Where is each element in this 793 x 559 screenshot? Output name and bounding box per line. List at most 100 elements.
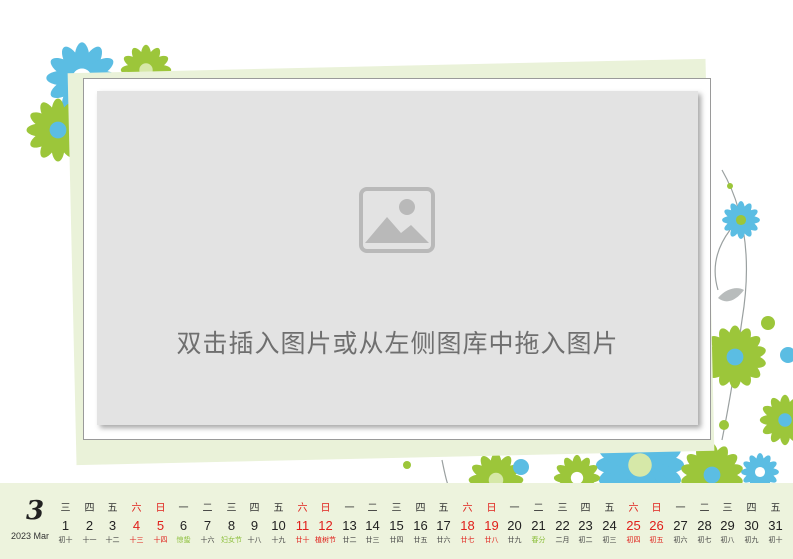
weekday-label: 五 (107, 503, 118, 514)
day-number: 18 (460, 518, 475, 533)
day-number: 27 (673, 518, 688, 533)
day-number: 17 (436, 518, 451, 533)
weekday-label: 四 (84, 503, 95, 514)
day-number: 28 (697, 518, 712, 533)
day-number: 22 (555, 518, 570, 533)
lunar-label: 春分 (531, 536, 546, 544)
lunar-label: 十六 (200, 536, 215, 544)
weekday-label: 一 (344, 503, 355, 514)
lunar-label: 十八 (247, 536, 262, 544)
day-number: 24 (602, 518, 617, 533)
lunar-label: 初十 (58, 536, 73, 544)
lunar-label: 二月 (555, 536, 570, 544)
lunar-label: 廿五 (413, 536, 428, 544)
weekday-label: 三 (60, 503, 71, 514)
day-number: 26 (649, 518, 664, 533)
lunar-label: 惊蛰 (176, 536, 191, 544)
lunar-label: 初十 (768, 536, 783, 544)
calendar-page: 双击插入图片或从左侧图库中拖入图片 3 2023 Mar 三 1 初十 四 2 十一 五 3 十… (0, 0, 793, 559)
lunar-label: 初二 (578, 536, 593, 544)
day-number: 11 (295, 518, 310, 533)
day-number: 16 (413, 518, 428, 533)
weekday-label: 日 (486, 503, 497, 514)
day-number: 13 (342, 518, 357, 533)
weekday-label: 五 (438, 503, 449, 514)
day-number: 23 (578, 518, 593, 533)
lunar-label: 廿六 (436, 536, 451, 544)
day-number: 8 (227, 518, 236, 533)
day-number: 9 (250, 518, 259, 533)
lunar-label: 廿三 (365, 536, 380, 544)
day-number: 6 (179, 518, 188, 533)
day-number: 10 (271, 518, 286, 533)
weekday-label: 六 (131, 503, 142, 514)
weekday-label: 二 (533, 503, 544, 514)
lunar-label: 植树节 (315, 536, 336, 544)
day-number: 29 (720, 518, 735, 533)
weekday-label: 一 (675, 503, 686, 514)
decor-dot (513, 459, 529, 475)
day-number: 21 (531, 518, 546, 533)
lunar-label: 十二 (105, 536, 120, 544)
lunar-label: 廿八 (484, 536, 499, 544)
weekday-label: 一 (178, 503, 189, 514)
leaf-decoration (718, 288, 744, 302)
weekday-label: 三 (722, 503, 733, 514)
month-label: 2023 Mar (11, 531, 50, 541)
day-number: 25 (626, 518, 641, 533)
flower-stem (714, 229, 731, 291)
lunar-label: 初七 (697, 536, 712, 544)
day-number: 19 (484, 518, 499, 533)
image-placeholder-icon (359, 187, 435, 253)
placeholder-instruction: 双击插入图片或从左侧图库中拖入图片 (176, 329, 619, 358)
weekday-label: 二 (367, 503, 378, 514)
month-number: 3 (26, 496, 45, 526)
day-number: 12 (318, 518, 333, 533)
weekday-label: 三 (391, 503, 402, 514)
lunar-label: 十三 (129, 536, 144, 544)
weekday-label: 一 (509, 503, 520, 514)
lunar-label: 十四 (153, 536, 168, 544)
day-number: 14 (365, 518, 380, 533)
weekday-label: 日 (320, 503, 331, 514)
day-number: 7 (203, 518, 212, 533)
weekday-label: 三 (557, 503, 568, 514)
weekday-label: 四 (415, 503, 426, 514)
weekday-label: 四 (580, 503, 591, 514)
weekday-label: 五 (770, 503, 781, 514)
weekday-label: 日 (651, 503, 662, 514)
day-number: 20 (507, 518, 522, 533)
day-number: 5 (156, 518, 165, 533)
lunar-label: 初三 (602, 536, 617, 544)
decor-dot (780, 347, 793, 363)
weekday-label: 六 (297, 503, 308, 514)
day-number: 30 (744, 518, 759, 533)
weekday-label: 六 (462, 503, 473, 514)
lunar-label: 十九 (271, 536, 286, 544)
lunar-label: 廿七 (460, 536, 475, 544)
lunar-label: 初六 (673, 536, 688, 544)
lunar-label: 妇女节 (221, 536, 242, 544)
flower-green-edge (759, 394, 793, 446)
weekday-label: 二 (202, 503, 213, 514)
day-number: 4 (132, 518, 141, 533)
day-number: 15 (389, 518, 404, 533)
image-placeholder[interactable]: 双击插入图片或从左侧图库中拖入图片 (97, 91, 698, 425)
decor-dot (719, 420, 729, 430)
day-number: 1 (61, 518, 70, 533)
decor-dot (403, 461, 411, 469)
day-number: 3 (108, 518, 117, 533)
lunar-label: 初九 (744, 536, 759, 544)
lunar-label: 廿四 (389, 536, 404, 544)
lunar-label: 初四 (626, 536, 641, 544)
lunar-label: 十一 (82, 536, 97, 544)
weekday-label: 二 (699, 503, 710, 514)
decor-dot (727, 183, 733, 189)
lunar-label: 初五 (649, 536, 664, 544)
weekday-label: 六 (628, 503, 639, 514)
weekday-label: 日 (155, 503, 166, 514)
weekday-label: 五 (604, 503, 615, 514)
day-number: 31 (768, 518, 783, 533)
day-number: 2 (85, 518, 94, 533)
lunar-label: 廿十 (295, 536, 310, 544)
